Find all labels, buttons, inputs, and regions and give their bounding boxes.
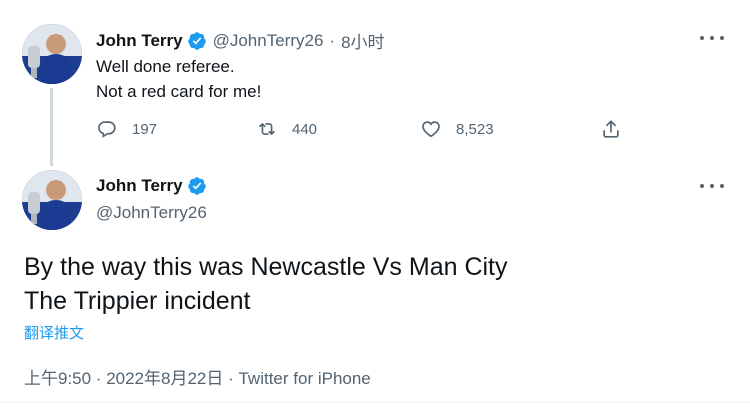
like-button[interactable]: 8,523 (420, 118, 494, 140)
tweet-text: Well done referee. Not a red card for me… (96, 54, 261, 104)
avatar-image (22, 170, 82, 230)
avatar[interactable] (22, 24, 82, 84)
tweet2-header: John Terry (96, 176, 207, 196)
display-name[interactable]: John Terry (96, 31, 183, 51)
share-icon (603, 120, 619, 138)
like-count: 8,523 (456, 120, 494, 138)
more-icon[interactable] (700, 31, 724, 45)
handle[interactable]: @JohnTerry26 (213, 31, 324, 51)
handle[interactable]: @JohnTerry26 (96, 203, 207, 223)
tweet-line-2: Not a red card for me! (96, 82, 262, 101)
verified-badge-icon (187, 31, 206, 50)
more-icon[interactable] (700, 179, 724, 193)
avatar[interactable] (22, 170, 82, 230)
tweet-text: By the way this was Newcastle Vs Man Cit… (24, 250, 508, 318)
like-icon (422, 121, 440, 138)
share-button[interactable] (600, 118, 636, 140)
reply-icon (98, 121, 116, 138)
avatar-image (22, 24, 82, 84)
retweet-button[interactable]: 440 (256, 118, 317, 140)
thread-line (50, 88, 53, 166)
tweet-line-1: Well done referee. (96, 57, 235, 76)
timestamp[interactable]: 8小时 (341, 28, 384, 53)
tweet1-header: John Terry @JohnTerry26 · 8小时 (96, 28, 385, 53)
tweet-line-1: By the way this was Newcastle Vs Man Cit… (24, 253, 508, 281)
display-name[interactable]: John Terry (96, 176, 183, 196)
reply-count: 197 (132, 120, 158, 138)
divider (0, 402, 750, 403)
retweet-icon (259, 123, 275, 135)
translate-link[interactable]: 翻译推文 (24, 322, 84, 343)
reply-button[interactable]: 197 (96, 118, 157, 140)
tweet-line-2: The Trippier incident (24, 287, 251, 315)
tweet-timestamp[interactable]: 上午9:50 · 2022年8月22日 · Twitter for iPhone (24, 364, 371, 389)
verified-badge-icon (187, 177, 206, 195)
separator: · (329, 30, 336, 50)
retweet-count: 440 (292, 120, 318, 138)
